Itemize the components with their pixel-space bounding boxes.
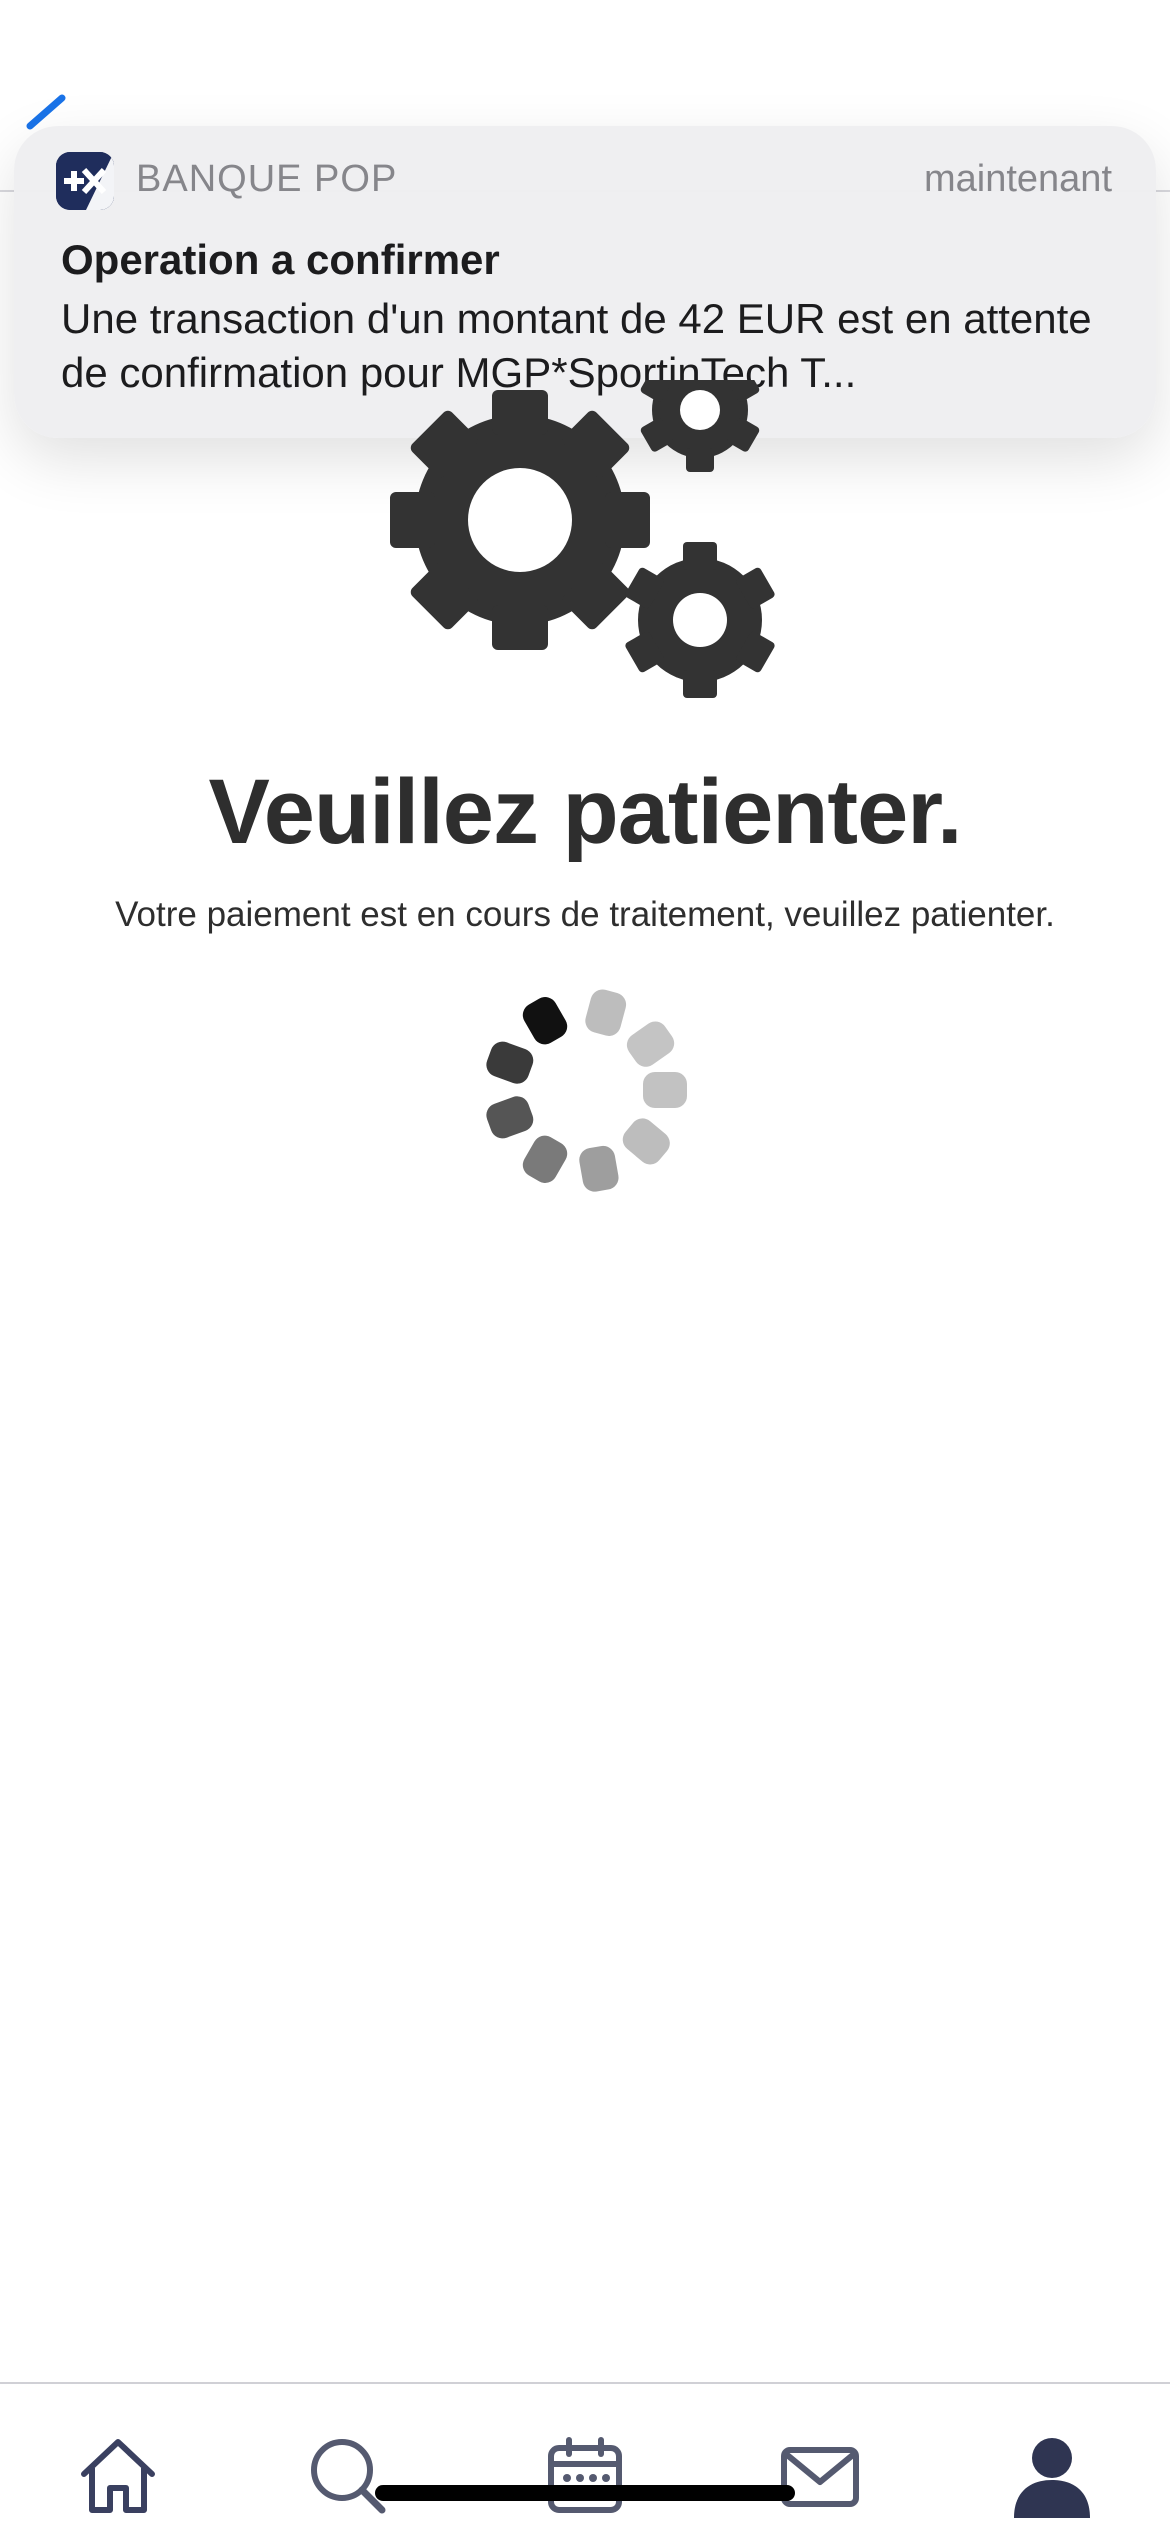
tab-calendar[interactable] xyxy=(537,2428,633,2524)
page-title: Veuillez patienter. xyxy=(208,761,962,863)
tab-profile[interactable] xyxy=(1004,2428,1100,2524)
gears-icon xyxy=(390,380,775,698)
tab-search[interactable] xyxy=(300,2428,396,2524)
mail-icon xyxy=(781,2447,859,2507)
home-icon xyxy=(81,2439,155,2513)
tab-messages[interactable] xyxy=(772,2428,868,2524)
search-icon xyxy=(311,2439,386,2514)
notification-title: Operation a confirmer xyxy=(61,236,500,283)
bottom-tab-bar xyxy=(0,2382,1170,2532)
loading-spinner-icon xyxy=(486,989,687,1192)
profile-icon xyxy=(1014,2438,1090,2518)
status-message: Votre paiement est en cours de traitemen… xyxy=(115,895,1055,934)
tab-home[interactable] xyxy=(70,2428,166,2524)
calendar-icon xyxy=(548,2437,622,2513)
home-indicator[interactable] xyxy=(375,2485,795,2501)
banque-pop-logo-icon xyxy=(56,152,114,210)
payment-processing-screen: BANQUE POP maintenant Operation a confir… xyxy=(0,0,1170,2532)
notification-app-name: BANQUE POP xyxy=(136,158,398,200)
notification-time: maintenant xyxy=(923,158,1112,200)
